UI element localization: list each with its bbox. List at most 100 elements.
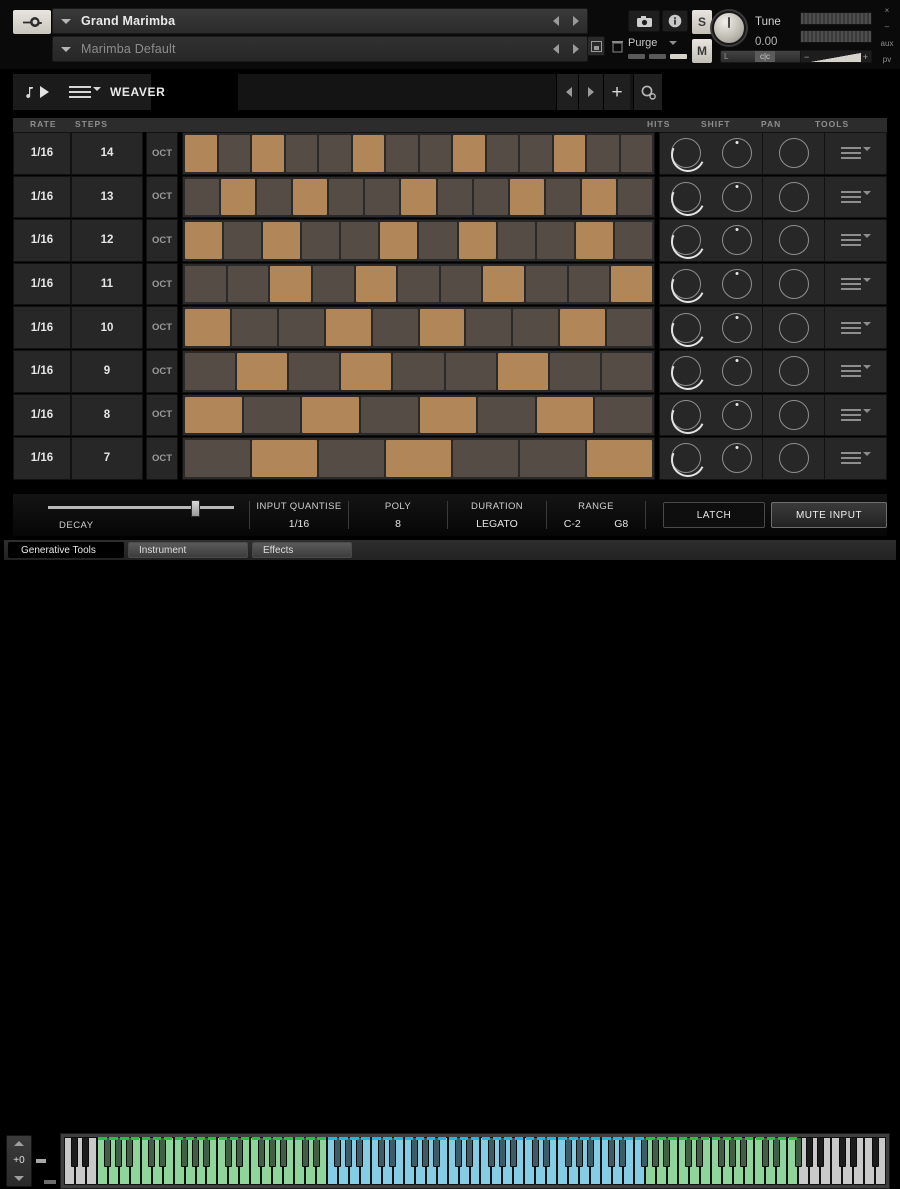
- keyboard-scroll-handle-bottom[interactable]: [44, 1180, 56, 1184]
- info-icon[interactable]: [662, 10, 688, 32]
- row-oct-button[interactable]: OCT: [146, 349, 178, 393]
- row-steps-value[interactable]: 8: [71, 393, 143, 437]
- black-key[interactable]: [126, 1137, 134, 1167]
- step-cell[interactable]: [419, 396, 477, 434]
- aux-label[interactable]: aux: [881, 39, 894, 48]
- range-low-value[interactable]: C-2: [564, 518, 581, 530]
- black-key[interactable]: [159, 1137, 167, 1167]
- step-cell[interactable]: [185, 309, 230, 346]
- black-key[interactable]: [389, 1137, 397, 1167]
- pan-knob[interactable]: [778, 138, 809, 169]
- step-cell[interactable]: [620, 135, 652, 172]
- poly-param[interactable]: POLY 8: [349, 501, 447, 530]
- hits-knob[interactable]: [670, 269, 701, 300]
- step-cell[interactable]: [341, 222, 379, 259]
- step-cell[interactable]: [601, 352, 652, 390]
- step-cell[interactable]: [611, 265, 653, 303]
- hits-knob[interactable]: [670, 399, 701, 430]
- step-cell[interactable]: [497, 222, 535, 259]
- tab-effects[interactable]: Effects: [252, 542, 352, 558]
- pan-knob[interactable]: [778, 181, 809, 212]
- black-key[interactable]: [224, 1137, 232, 1167]
- row-rate-value[interactable]: 1/16: [13, 393, 71, 437]
- black-key[interactable]: [871, 1137, 879, 1167]
- black-key[interactable]: [378, 1137, 386, 1167]
- step-cell[interactable]: [231, 309, 277, 346]
- black-key[interactable]: [257, 1137, 265, 1167]
- black-key[interactable]: [729, 1137, 737, 1167]
- shift-knob[interactable]: [721, 138, 752, 169]
- tune-knob[interactable]: [712, 11, 746, 45]
- black-key[interactable]: [740, 1137, 747, 1167]
- decay-slider[interactable]: DECAY: [13, 494, 249, 536]
- prev-icon[interactable]: [553, 16, 559, 26]
- shift-knob[interactable]: [721, 356, 752, 387]
- step-cell[interactable]: [401, 178, 436, 216]
- step-cell[interactable]: [386, 440, 451, 477]
- step-cell[interactable]: [520, 135, 552, 172]
- row-rate-value[interactable]: 1/16: [13, 306, 71, 349]
- step-cell[interactable]: [581, 178, 616, 216]
- shift-knob[interactable]: [721, 225, 752, 256]
- row-tools-icon[interactable]: [840, 365, 871, 378]
- black-key[interactable]: [564, 1137, 572, 1167]
- row-oct-button[interactable]: OCT: [146, 219, 178, 262]
- step-cell[interactable]: [587, 135, 619, 172]
- step-cell[interactable]: [252, 440, 317, 477]
- black-key[interactable]: [575, 1137, 583, 1167]
- step-cell[interactable]: [185, 440, 250, 477]
- close-icon[interactable]: ×: [885, 6, 890, 15]
- latch-button[interactable]: LATCH: [663, 502, 765, 528]
- step-cell[interactable]: [252, 135, 284, 172]
- step-cell[interactable]: [319, 440, 384, 477]
- step-cell[interactable]: [509, 178, 544, 216]
- row-tools-icon[interactable]: [840, 147, 871, 160]
- step-cell[interactable]: [453, 440, 518, 477]
- step-cell[interactable]: [419, 135, 451, 172]
- shift-knob[interactable]: [721, 312, 752, 343]
- add-preset-button[interactable]: +: [603, 74, 630, 110]
- mute-button[interactable]: M: [692, 39, 712, 63]
- black-key[interactable]: [696, 1137, 704, 1167]
- step-cell[interactable]: [263, 222, 301, 259]
- step-cell[interactable]: [483, 265, 525, 303]
- pan-knob[interactable]: [778, 312, 809, 343]
- chevron-down-icon[interactable]: [61, 46, 71, 52]
- row-steps-value[interactable]: 7: [71, 437, 143, 480]
- mute-input-button[interactable]: MUTE INPUT: [771, 502, 887, 528]
- row-oct-button[interactable]: OCT: [146, 262, 178, 306]
- solo-button[interactable]: S: [692, 10, 712, 34]
- volume-plus-label[interactable]: +: [863, 52, 868, 62]
- tab-instrument[interactable]: Instrument: [128, 542, 248, 558]
- step-cell[interactable]: [440, 265, 482, 303]
- instrument-row[interactable]: Grand Marimba: [52, 8, 588, 34]
- step-cell[interactable]: [568, 265, 610, 303]
- black-key[interactable]: [345, 1137, 353, 1167]
- black-key[interactable]: [816, 1137, 824, 1167]
- step-cell[interactable]: [617, 178, 653, 216]
- step-cell[interactable]: [398, 265, 439, 303]
- step-cell[interactable]: [325, 309, 371, 346]
- step-cell[interactable]: [380, 222, 418, 259]
- hits-knob[interactable]: [670, 443, 701, 474]
- step-cell[interactable]: [365, 178, 400, 216]
- step-cell[interactable]: [185, 396, 242, 434]
- minimize-icon[interactable]: –: [885, 22, 889, 31]
- step-cell[interactable]: [553, 135, 585, 172]
- row-steps-value[interactable]: 9: [71, 349, 143, 393]
- black-key[interactable]: [71, 1137, 79, 1167]
- black-key[interactable]: [641, 1137, 649, 1167]
- step-cell[interactable]: [302, 396, 359, 434]
- step-cell[interactable]: [575, 222, 613, 259]
- step-cell[interactable]: [386, 135, 418, 172]
- step-cell[interactable]: [329, 178, 364, 216]
- row-rate-value[interactable]: 1/16: [13, 175, 71, 219]
- step-cell[interactable]: [513, 309, 559, 346]
- step-cell[interactable]: [221, 178, 256, 216]
- transpose-down-icon[interactable]: [14, 1176, 24, 1182]
- row-oct-button[interactable]: OCT: [146, 306, 178, 349]
- step-cell[interactable]: [526, 265, 567, 303]
- step-cell[interactable]: [419, 222, 457, 259]
- step-cell[interactable]: [185, 265, 226, 303]
- step-cell[interactable]: [270, 265, 311, 303]
